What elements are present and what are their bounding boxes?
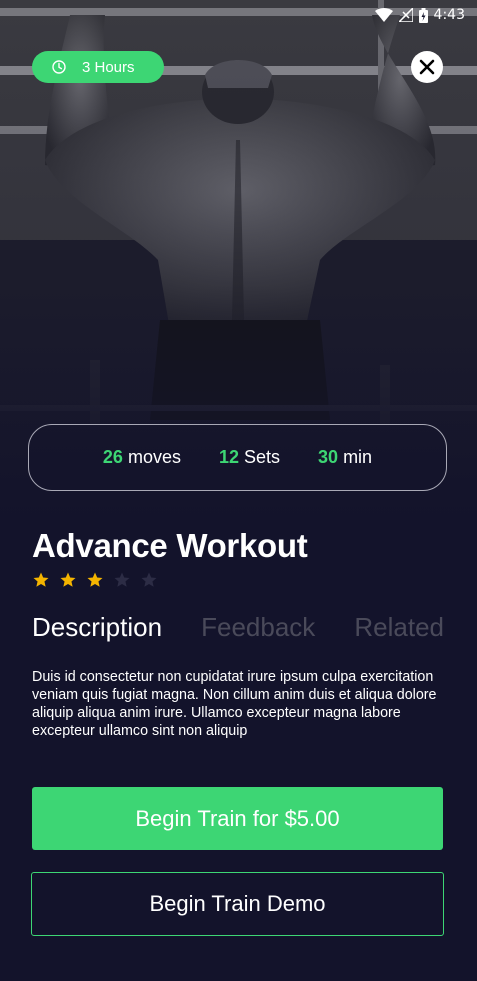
star-empty-icon: [114, 572, 130, 587]
status-bar: 4:43: [0, 0, 477, 30]
tab-feedback[interactable]: Feedback: [201, 612, 315, 643]
star-rating: [32, 571, 158, 589]
begin-train-paid-button[interactable]: Begin Train for $5.00: [32, 787, 443, 850]
wifi-icon: [374, 8, 393, 22]
workout-stats: 26 moves 12 Sets 30 min: [28, 424, 447, 491]
star-filled-icon: [33, 572, 49, 587]
star-filled-icon: [60, 572, 76, 587]
begin-train-demo-button[interactable]: Begin Train Demo: [31, 872, 444, 936]
stat-moves-value: 26: [102, 447, 123, 467]
clock-icon: [52, 60, 66, 74]
stat-sets-unit: Sets: [244, 447, 281, 467]
tab-description[interactable]: Description: [32, 612, 162, 643]
stat-sets-value: 12: [218, 447, 239, 467]
workout-title: Advance Workout: [32, 527, 308, 564]
stat-duration-value: 30: [318, 447, 339, 467]
stat-sets: 12 Sets: [219, 447, 280, 468]
star-empty-icon: [141, 572, 157, 587]
stat-duration: 30 min: [318, 447, 372, 468]
battery-icon: [418, 7, 428, 23]
workout-description: Duis id consectetur non cupidatat irure …: [32, 669, 437, 739]
tab-bar: Description Feedback Related: [32, 612, 444, 643]
signal-icon: [398, 8, 413, 22]
close-button[interactable]: [411, 51, 443, 83]
star-filled-icon: [87, 572, 103, 587]
stat-moves-unit: moves: [127, 447, 181, 467]
close-icon: [419, 59, 435, 75]
duration-badge: 3 Hours: [32, 51, 164, 83]
duration-label: 3 Hours: [82, 58, 135, 76]
tab-related[interactable]: Related: [354, 612, 444, 643]
stat-duration-unit: min: [343, 447, 373, 467]
status-time: 4:43: [433, 7, 465, 23]
stat-moves: 26 moves: [103, 447, 181, 468]
